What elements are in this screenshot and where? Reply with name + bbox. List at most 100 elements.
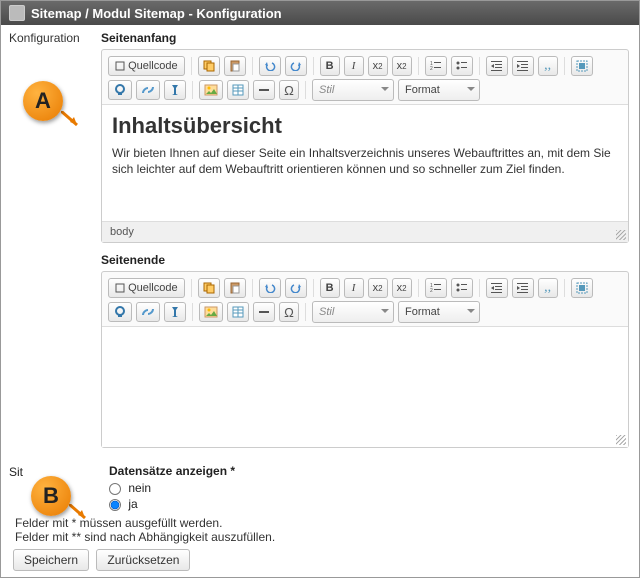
- link-button[interactable]: [108, 302, 132, 322]
- indent-button[interactable]: [512, 278, 534, 298]
- subscript-button[interactable]: x2: [368, 56, 388, 76]
- outdent-button[interactable]: [486, 278, 508, 298]
- config-tab[interactable]: Konfiguration: [9, 31, 97, 45]
- content-heading: Inhaltsübersicht: [112, 113, 618, 139]
- link-button[interactable]: [108, 80, 132, 100]
- resize-handle-icon[interactable]: [616, 435, 626, 445]
- blockquote-button[interactable]: ,,: [538, 278, 558, 298]
- paste-icon: [229, 60, 241, 72]
- records-radio-yes[interactable]: [109, 499, 121, 511]
- indent-button[interactable]: [512, 56, 534, 76]
- redo-button[interactable]: [285, 56, 307, 76]
- anchor-button[interactable]: [164, 80, 186, 100]
- editor-top: Quellcode B I x2 x2 12: [101, 49, 629, 243]
- table-icon: [232, 84, 244, 96]
- left-label-sitemap: Sit: [9, 464, 69, 479]
- editor-top-content[interactable]: Inhaltsübersicht Wir bieten Ihnen auf di…: [102, 104, 628, 221]
- bold-button[interactable]: B: [320, 56, 340, 76]
- source-icon: [115, 61, 125, 71]
- section-label-bottom: Seitenende: [101, 253, 629, 267]
- section-label-top: Seitenanfang: [101, 31, 629, 45]
- image-button[interactable]: [199, 80, 223, 100]
- note-dependent: Felder mit ** sind nach Abhängigkeit aus…: [15, 530, 631, 544]
- format-select[interactable]: Format: [398, 301, 480, 323]
- undo-icon: [264, 283, 276, 293]
- bullet-list-button[interactable]: [451, 278, 473, 298]
- redo-icon: [290, 61, 302, 71]
- table-icon: [232, 306, 244, 318]
- style-select[interactable]: Stil: [312, 301, 394, 323]
- records-radio-no[interactable]: [109, 483, 121, 495]
- unlink-icon: [141, 306, 155, 318]
- module-icon: [9, 5, 25, 21]
- superscript-button[interactable]: x2: [392, 278, 412, 298]
- note-required: Felder mit * müssen ausgefüllt werden.: [15, 516, 631, 530]
- numbered-list-button[interactable]: 12: [425, 56, 447, 76]
- anchor-icon: [169, 306, 181, 318]
- paste-icon: [229, 282, 241, 294]
- hr-icon: [258, 84, 270, 96]
- indent-icon: [517, 60, 529, 72]
- superscript-button[interactable]: x2: [392, 56, 412, 76]
- italic-button[interactable]: I: [344, 56, 364, 76]
- table-button[interactable]: [227, 302, 249, 322]
- italic-button[interactable]: I: [344, 278, 364, 298]
- records-option-yes[interactable]: ja: [109, 496, 235, 512]
- outdent-icon: [491, 60, 503, 72]
- hr-button[interactable]: [253, 302, 275, 322]
- anchor-icon: [169, 84, 181, 96]
- blockquote-button[interactable]: ,,: [538, 56, 558, 76]
- records-option-no[interactable]: nein: [109, 480, 235, 496]
- format-select[interactable]: Format: [398, 79, 480, 101]
- image-icon: [204, 306, 218, 318]
- numbered-list-button[interactable]: 12: [425, 278, 447, 298]
- style-select[interactable]: Stil: [312, 79, 394, 101]
- paste-button[interactable]: [224, 278, 246, 298]
- editor-bottom-content[interactable]: [102, 326, 628, 447]
- source-icon: [115, 283, 125, 293]
- copy-button[interactable]: [198, 278, 220, 298]
- bullet-list-button[interactable]: [451, 56, 473, 76]
- ol-icon: 12: [430, 282, 442, 294]
- subscript-button[interactable]: x2: [368, 278, 388, 298]
- select-all-button[interactable]: [571, 56, 593, 76]
- save-button[interactable]: Speichern: [13, 549, 89, 571]
- callout-a: A: [23, 81, 63, 121]
- reset-button[interactable]: Zurücksetzen: [96, 549, 190, 571]
- resize-handle-icon[interactable]: [616, 230, 626, 240]
- editor-bottom: Quellcode B I x2 x2 12: [101, 271, 629, 448]
- select-all-button[interactable]: [571, 278, 593, 298]
- select-all-icon: [576, 282, 588, 294]
- indent-icon: [517, 282, 529, 294]
- paste-button[interactable]: [224, 56, 246, 76]
- bold-button[interactable]: B: [320, 278, 340, 298]
- select-all-icon: [576, 60, 588, 72]
- redo-icon: [290, 283, 302, 293]
- breadcrumb: Sitemap / Modul Sitemap - Konfiguration: [31, 6, 282, 21]
- editor-top-path[interactable]: body: [102, 221, 628, 242]
- table-button[interactable]: [227, 80, 249, 100]
- unlink-button[interactable]: [136, 302, 160, 322]
- style-select-label: Stil: [319, 84, 334, 96]
- content-body: Wir bieten Ihnen auf dieser Seite ein In…: [112, 145, 618, 177]
- anchor-button[interactable]: [164, 302, 186, 322]
- outdent-button[interactable]: [486, 56, 508, 76]
- source-button[interactable]: Quellcode: [108, 56, 185, 76]
- editor-top-toolbar-2: Ω Stil Format: [102, 79, 628, 104]
- image-button[interactable]: [199, 302, 223, 322]
- special-char-button[interactable]: Ω: [279, 80, 299, 100]
- source-button[interactable]: Quellcode: [108, 278, 185, 298]
- unlink-button[interactable]: [136, 80, 160, 100]
- ol-icon: 12: [430, 60, 442, 72]
- style-select-label: Stil: [319, 306, 334, 318]
- undo-button[interactable]: [259, 278, 281, 298]
- ul-icon: [456, 282, 468, 294]
- svg-text:2: 2: [430, 66, 433, 72]
- hr-button[interactable]: [253, 80, 275, 100]
- redo-button[interactable]: [285, 278, 307, 298]
- editor-bottom-toolbar-2: Ω Stil Format: [102, 301, 628, 326]
- source-label: Quellcode: [128, 282, 178, 294]
- copy-button[interactable]: [198, 56, 220, 76]
- special-char-button[interactable]: Ω: [279, 302, 299, 322]
- undo-button[interactable]: [259, 56, 281, 76]
